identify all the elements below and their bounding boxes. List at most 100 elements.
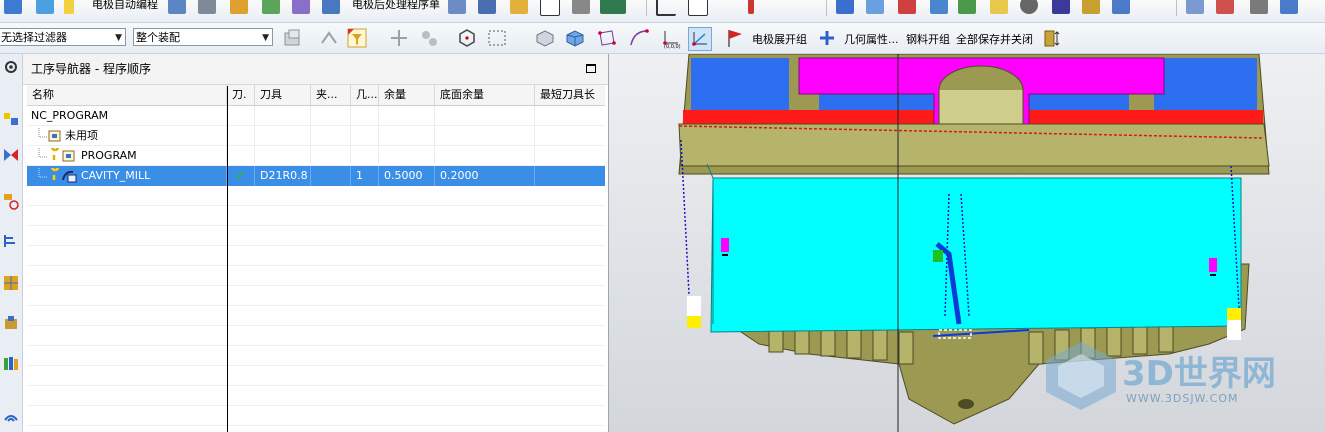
reuse-library-icon[interactable] xyxy=(2,354,20,372)
origin-icon[interactable]: (0,0,0) xyxy=(660,27,682,49)
spline-icon[interactable] xyxy=(748,0,754,14)
gear-icon[interactable] xyxy=(2,58,20,76)
layers-icon[interactable] xyxy=(36,0,54,14)
column-header-tool[interactable]: 刀具 xyxy=(255,85,311,105)
chart-icon[interactable] xyxy=(1052,0,1070,14)
holder-cell xyxy=(311,166,351,186)
top-toolbar: 电极自动编程 电极后处理程序单 xyxy=(0,0,1325,23)
empty-row xyxy=(27,306,605,326)
snap-icon[interactable] xyxy=(318,27,340,49)
selection-filter-value: 无选择过滤器 xyxy=(1,31,67,44)
column-header-tool-change[interactable]: 刀. xyxy=(227,85,255,105)
maximize-icon[interactable] xyxy=(586,64,596,73)
text-tool-icon[interactable] xyxy=(780,0,798,14)
table-icon[interactable] xyxy=(930,0,948,14)
part-navigator-icon[interactable] xyxy=(2,314,20,332)
assembly-scope-dropdown[interactable]: 整个装配 ▼ xyxy=(133,28,273,46)
link-icon[interactable] xyxy=(448,0,466,14)
tool-icon[interactable] xyxy=(168,0,186,14)
tree-row-cavity-mill[interactable]: CAVITY_MILL ✔ D21R0.8 1 0.5000 0.2000 xyxy=(27,166,605,186)
empty-row xyxy=(27,186,605,206)
selection-toolbar: 无选择过滤器 ▼ 整个装配 ▼ (0,0,0) 电极展开组 几何属性... 钢料… xyxy=(0,23,1325,54)
post-icon[interactable] xyxy=(322,0,340,14)
tree-node-label: 未用项 xyxy=(65,129,98,142)
column-header-stock[interactable]: 余量 xyxy=(379,85,435,105)
bulb-icon[interactable] xyxy=(64,0,74,14)
tree-node-label: CAVITY_MILL xyxy=(81,169,151,182)
pin-icon[interactable] xyxy=(1280,0,1298,14)
sheet-icon[interactable] xyxy=(866,0,884,14)
network-icon[interactable] xyxy=(1250,0,1268,14)
electrode-post-process-button[interactable]: 电极后处理程序单 xyxy=(352,0,440,12)
printer-icon[interactable] xyxy=(572,0,590,14)
tree-row-nc-program[interactable]: NC_PROGRAM xyxy=(27,106,605,126)
column-header-holder[interactable]: 夹... xyxy=(311,85,351,105)
building-icon[interactable] xyxy=(198,0,216,14)
tree-node-label: PROGRAM xyxy=(81,149,137,162)
operation-tree: NC_PROGRAM 未用项 PROGRAM CAVITY_MILL ✔ D21… xyxy=(27,106,605,432)
box-icon[interactable] xyxy=(230,0,248,14)
electrode-auto-program-button[interactable]: 电极自动编程 xyxy=(92,0,158,12)
box-select-icon[interactable] xyxy=(486,27,508,49)
hexagon-icon[interactable] xyxy=(456,27,478,49)
empty-row xyxy=(27,366,605,386)
operation-icon xyxy=(38,168,77,183)
rectangle-icon[interactable] xyxy=(688,0,708,16)
geometry-cell: 1 xyxy=(351,166,379,186)
tree-row-program[interactable]: PROGRAM xyxy=(27,146,605,166)
steel-open-group-button[interactable]: 钢料开组 xyxy=(906,31,950,47)
operation-navigator-icon[interactable] xyxy=(2,232,20,250)
geometry-view-icon[interactable] xyxy=(2,146,20,164)
empty-row xyxy=(27,226,605,246)
folder-icon[interactable] xyxy=(510,0,528,14)
electrode-expand-group-button[interactable]: 电极展开组 xyxy=(752,31,807,47)
chevron-down-icon: ▼ xyxy=(262,33,269,43)
curve-icon[interactable] xyxy=(628,27,650,49)
crosshair-icon[interactable] xyxy=(388,27,410,49)
geometry-properties-button[interactable]: 几何属性... xyxy=(844,31,899,47)
plus-icon[interactable] xyxy=(816,27,838,49)
arc-icon[interactable] xyxy=(656,0,676,16)
cylinder-icon[interactable] xyxy=(1040,27,1062,49)
column-header-name[interactable]: 名称 xyxy=(27,85,227,105)
key-icon[interactable] xyxy=(1082,0,1100,14)
filter-icon[interactable] xyxy=(346,27,368,49)
file-icon[interactable] xyxy=(4,0,22,14)
tree-icon[interactable] xyxy=(262,0,280,14)
shape-icon[interactable] xyxy=(1216,0,1234,14)
wcs-icon[interactable] xyxy=(688,27,712,51)
cube-icon[interactable] xyxy=(958,0,976,14)
column-header-floor-stock[interactable]: 底面余量 xyxy=(435,85,535,105)
method-view-icon[interactable] xyxy=(2,192,20,210)
column-header-geometry[interactable]: 几... xyxy=(351,85,379,105)
machine-tool-icon[interactable] xyxy=(2,110,20,128)
operation-navigator-panel: 工序导航器 - 程序顺序 名称 刀. 刀具 夹... 几... 余量 底面余量 … xyxy=(23,54,609,432)
settings-icon[interactable] xyxy=(1112,0,1130,14)
cube-view-icon[interactable] xyxy=(564,27,586,49)
selection-filter-dropdown[interactable]: 无选择过滤器 ▼ xyxy=(0,28,126,46)
gear-icon[interactable] xyxy=(1020,0,1038,14)
screen-icon[interactable] xyxy=(600,0,626,14)
export-icon[interactable] xyxy=(292,0,310,14)
panel-title: 工序导航器 - 程序顺序 xyxy=(31,62,151,76)
tree-row-unused[interactable]: 未用项 xyxy=(27,126,605,146)
wireframe-icon[interactable] xyxy=(596,27,618,49)
point-snap-icon[interactable] xyxy=(418,27,440,49)
png-icon[interactable] xyxy=(836,0,854,14)
tree-connector-icon xyxy=(38,128,61,142)
save-all-close-button[interactable]: 全部保存并关闭 xyxy=(956,31,1033,47)
flag-icon[interactable] xyxy=(724,27,746,49)
empty-row xyxy=(27,386,605,406)
assembly-icon[interactable] xyxy=(282,27,304,49)
solid-view-icon[interactable] xyxy=(534,27,556,49)
report-icon[interactable] xyxy=(898,0,916,14)
text-a-icon[interactable] xyxy=(540,0,560,16)
column-header-min-tool-length[interactable]: 最短刀具长 xyxy=(535,85,605,105)
wifi-icon[interactable] xyxy=(2,406,20,424)
empty-row xyxy=(27,346,605,366)
triangle-icon[interactable] xyxy=(1186,0,1204,14)
grid-icon[interactable] xyxy=(478,0,496,14)
assembly-navigator-icon[interactable] xyxy=(2,274,20,292)
pencil-icon[interactable] xyxy=(990,0,1008,14)
empty-row xyxy=(27,246,605,266)
